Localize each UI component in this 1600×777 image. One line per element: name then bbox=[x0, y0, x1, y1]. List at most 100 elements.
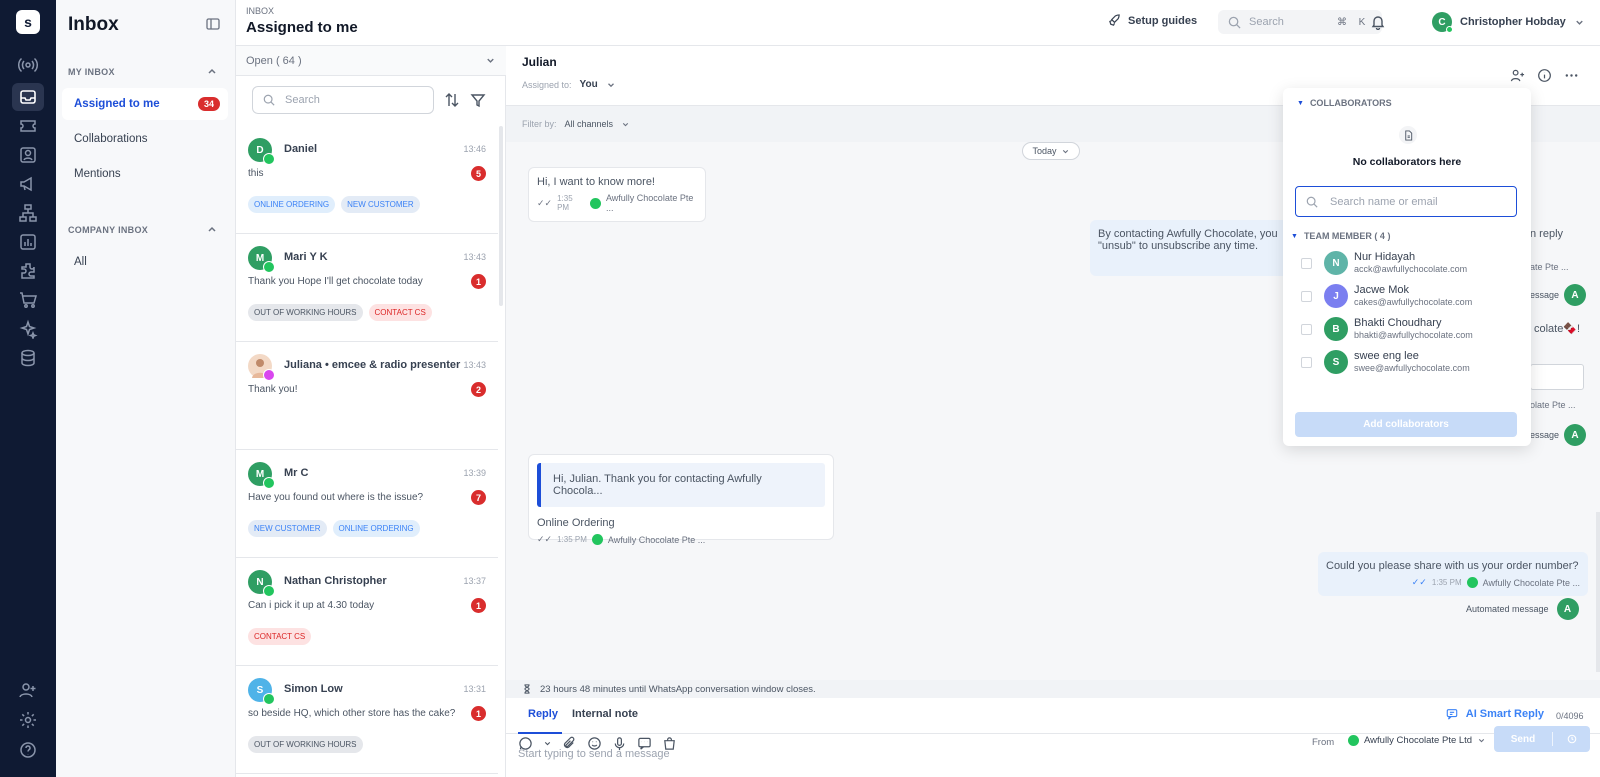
avatar-initial: D bbox=[256, 144, 264, 156]
analytics-icon[interactable] bbox=[18, 232, 38, 252]
inbox-icon[interactable] bbox=[18, 87, 38, 107]
conversation-item[interactable]: M Mari Y K 13:43 Thank you Hope I'll get… bbox=[236, 234, 498, 342]
team-member-row[interactable]: B Bhakti Choudhary bhakti@awfullychocolat… bbox=[1301, 314, 1473, 344]
megaphone-icon[interactable] bbox=[18, 174, 38, 194]
ai-smart-reply-button[interactable]: AI Smart Reply bbox=[1446, 708, 1544, 720]
collaborator-search-input[interactable]: Search name or email bbox=[1295, 186, 1517, 217]
sidebar-item-mentions[interactable]: Mentions bbox=[62, 158, 228, 190]
team-member-row[interactable]: S swee eng lee swee@awfullychocolate.com bbox=[1301, 347, 1470, 377]
date-divider[interactable]: Today bbox=[1022, 142, 1080, 160]
message-text: Could you please share with us your orde… bbox=[1326, 560, 1579, 572]
message-text: Online Ordering bbox=[537, 517, 615, 529]
automated-label-fragment: essage bbox=[1530, 290, 1560, 300]
breadcrumb[interactable]: INBOX bbox=[246, 6, 274, 16]
contacts-icon[interactable] bbox=[18, 145, 38, 165]
thread-scrollbar[interactable] bbox=[1596, 512, 1600, 672]
whatsapp-icon bbox=[263, 261, 275, 273]
empty-state-text: No collaborators here bbox=[1352, 156, 1462, 168]
integrations-icon[interactable] bbox=[18, 261, 38, 281]
microphone-icon[interactable] bbox=[612, 736, 627, 751]
chevron-up-icon[interactable] bbox=[206, 223, 218, 235]
contact-name: Daniel bbox=[284, 143, 318, 155]
status-filter-dropdown[interactable]: Open ( 64 ) bbox=[236, 46, 506, 76]
conversation-item[interactable]: M Mr C 13:39 Have you found out where is… bbox=[236, 450, 498, 558]
contact-name: Simon Low bbox=[284, 683, 343, 695]
add-collaborator-icon[interactable] bbox=[1510, 68, 1525, 83]
label-tag: ONLINE ORDERING bbox=[248, 196, 336, 213]
filter-label: Filter by: bbox=[522, 119, 557, 129]
cart-icon[interactable] bbox=[18, 290, 38, 310]
user-name: Christopher Hobday bbox=[1460, 16, 1566, 28]
broadcast-icon[interactable] bbox=[18, 55, 38, 75]
schedule-clock-icon[interactable] bbox=[1553, 734, 1590, 744]
avatar-initial: S bbox=[256, 684, 264, 696]
contact-name: Nathan Christopher bbox=[284, 575, 387, 587]
member-checkbox[interactable] bbox=[1301, 323, 1312, 335]
global-search-input[interactable]: Search ⌘ K bbox=[1218, 10, 1382, 34]
setup-guides-button[interactable]: Setup guides bbox=[1108, 14, 1197, 27]
emoji-icon[interactable] bbox=[587, 736, 602, 751]
settings-gear-icon[interactable] bbox=[18, 710, 38, 730]
contact-name[interactable]: Julian bbox=[522, 55, 557, 69]
ai-sparkle-icon[interactable] bbox=[18, 319, 38, 339]
incoming-message: Hi, I want to know more! ✓✓ 1:35 PM Awfull… bbox=[528, 167, 706, 222]
avatar-initial: N bbox=[256, 576, 264, 588]
template-message-icon[interactable] bbox=[637, 736, 652, 751]
attachment-icon[interactable] bbox=[562, 736, 577, 751]
conversation-item[interactable]: N Nathan Christopher 13:37 Can i pick it… bbox=[236, 558, 498, 666]
tab-internal-note[interactable]: Internal note bbox=[572, 708, 638, 720]
ticket-icon[interactable] bbox=[18, 116, 38, 136]
send-button[interactable]: Send bbox=[1494, 726, 1590, 752]
double-check-icon: ✓✓ bbox=[537, 534, 553, 544]
help-icon[interactable] bbox=[18, 740, 38, 760]
automated-label-text: Automated message bbox=[1466, 604, 1549, 614]
search-icon bbox=[1306, 196, 1318, 208]
filter-icon[interactable] bbox=[470, 92, 486, 108]
team-member-header[interactable]: ▼ TEAM MEMBER ( 4 ) bbox=[1291, 231, 1390, 241]
member-checkbox[interactable] bbox=[1301, 290, 1312, 302]
unread-badge: 1 bbox=[471, 598, 486, 613]
app-logo[interactable]: s bbox=[16, 10, 40, 34]
last-message: Thank you! bbox=[248, 384, 298, 395]
team-member-row[interactable]: N Nur Hidayah acck@awfullychocolate.com bbox=[1301, 248, 1467, 278]
conversation-list: Open ( 64 ) Search D Daniel 13:46 this 5… bbox=[236, 46, 506, 777]
conversation-search-input[interactable]: Search bbox=[252, 86, 434, 114]
flow-icon[interactable] bbox=[18, 203, 38, 223]
search-icon bbox=[1228, 16, 1241, 29]
sender-channel-selector[interactable]: Awfully Chocolate Pte Ltd bbox=[1348, 735, 1486, 746]
avatar: S bbox=[1324, 350, 1348, 374]
assignee-selector[interactable]: Assigned to: You bbox=[522, 79, 616, 90]
product-bag-icon[interactable] bbox=[662, 736, 677, 751]
info-icon[interactable] bbox=[1537, 68, 1552, 83]
conversation-item[interactable]: S Simon Low 13:31 so beside HQ, which ot… bbox=[236, 666, 498, 774]
collaborators-header[interactable]: ▼ COLLABORATORS bbox=[1297, 98, 1392, 108]
sidebar-item-collaborations[interactable]: Collaborations bbox=[62, 123, 228, 155]
chevron-down-icon[interactable] bbox=[543, 739, 552, 748]
database-icon[interactable] bbox=[18, 348, 38, 368]
whatsapp-channel-icon[interactable] bbox=[518, 736, 533, 751]
sidebar-item-assigned-to-me[interactable]: Assigned to me 34 bbox=[62, 88, 228, 120]
member-checkbox[interactable] bbox=[1301, 257, 1312, 269]
conversation-item[interactable]: D Daniel 13:46 this 5 ONLINE ORDERING NE… bbox=[236, 126, 498, 234]
list-scrollbar[interactable] bbox=[499, 126, 503, 306]
avatar-initial: A bbox=[1571, 289, 1579, 301]
conversation-item[interactable]: Juliana • emcee & radio presenter 13:43 … bbox=[236, 342, 498, 450]
timestamp: 13:39 bbox=[463, 468, 486, 478]
sort-icon[interactable] bbox=[444, 92, 460, 108]
team-member-row[interactable]: J Jacwe Mok cakes@awfullychocolate.com bbox=[1301, 281, 1472, 311]
add-collaborators-button[interactable]: Add collaborators bbox=[1295, 412, 1517, 437]
add-user-icon[interactable] bbox=[18, 680, 38, 700]
notifications-bell-icon[interactable] bbox=[1370, 14, 1386, 30]
user-menu[interactable]: C Christopher Hobday bbox=[1432, 12, 1585, 33]
sidebar-item-all[interactable]: All bbox=[62, 246, 228, 278]
whatsapp-icon bbox=[1348, 735, 1359, 746]
more-options-icon[interactable] bbox=[1564, 68, 1579, 83]
send-label: Send bbox=[1510, 733, 1536, 745]
chevron-up-icon[interactable] bbox=[206, 65, 218, 77]
filter-value: All channels bbox=[564, 119, 614, 129]
bot-avatar: A bbox=[1564, 424, 1586, 446]
tab-reply[interactable]: Reply bbox=[528, 708, 558, 720]
channel-name: Awfully Chocolate Pte ... bbox=[1482, 577, 1580, 588]
member-checkbox[interactable] bbox=[1301, 356, 1312, 368]
collapse-sidebar-icon[interactable] bbox=[206, 17, 220, 31]
